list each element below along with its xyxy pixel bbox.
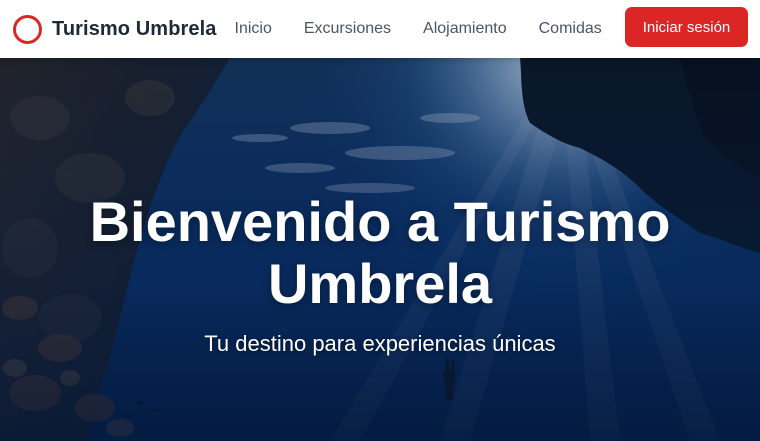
login-button[interactable]: Iniciar sesión (625, 7, 748, 47)
top-navbar: Turismo Umbrela Inicio Excursiones Aloja… (0, 0, 760, 58)
nav-link-alojamiento[interactable]: Alojamiento (423, 20, 507, 38)
nav-link-comidas[interactable]: Comidas (539, 20, 602, 38)
umbrela-logo-icon (13, 14, 42, 44)
brand-home-link[interactable]: Turismo Umbrela (13, 14, 217, 44)
nav-link-inicio[interactable]: Inicio (235, 20, 272, 38)
hero-title: Bienvenido a Turismo Umbrela (89, 190, 671, 315)
hero-content: Bienvenido a Turismo Umbrela Tu destino … (0, 191, 760, 357)
main-nav: Inicio Excursiones Alojamiento Comidas (235, 20, 634, 38)
hero-section: Bienvenido a Turismo Umbrela Tu destino … (0, 58, 760, 441)
nav-link-excursiones[interactable]: Excursiones (304, 20, 391, 38)
hero-subtitle: Tu destino para experiencias únicas (204, 331, 556, 356)
brand-name: Turismo Umbrela (52, 17, 217, 40)
